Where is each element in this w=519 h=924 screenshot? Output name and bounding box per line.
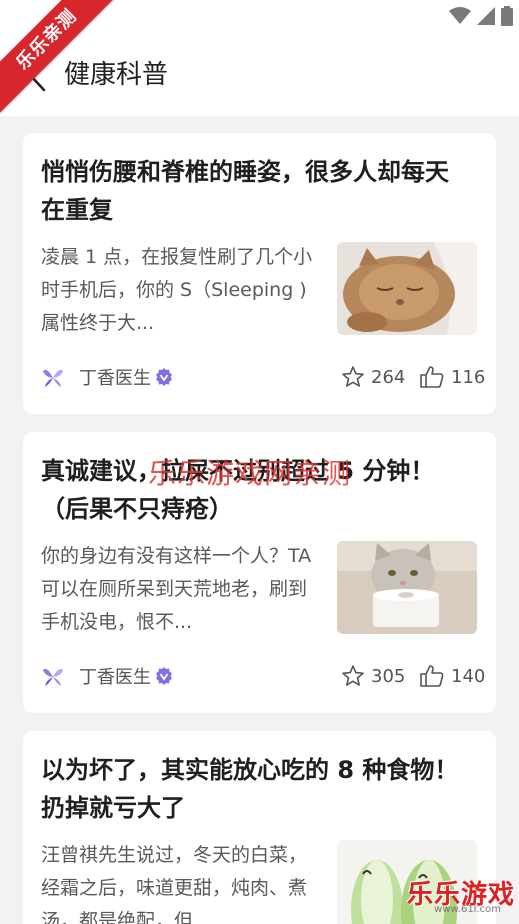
article-thumbnail — [337, 541, 477, 634]
source-name: 丁香医生 — [79, 667, 151, 688]
article-summary: 你的身边有没有这样一个人？TA 可以在厕所呆到天荒地老，刷到手机没电，恨不... — [41, 545, 312, 633]
star-icon — [342, 366, 364, 387]
favorite-button[interactable]: 305 — [341, 660, 405, 692]
article-card[interactable]: 悄悄伤腰和脊椎的睡姿，很多人却每天在重复 凌晨 1 点，在报复性刷了几个小时手机… — [23, 133, 496, 414]
verified-badge-icon — [156, 667, 172, 685]
article-meta: 丁香医生 264 116 — [41, 361, 485, 393]
article-meta: 丁香医生 305 140 — [41, 660, 485, 692]
article-thumbnail — [337, 242, 477, 335]
article-title: 以为坏了，其实能放心吃的 8 种食物！扔掉就亏大了 — [41, 756, 459, 822]
header-bar: 健康科普 — [0, 34, 519, 116]
wifi-icon — [449, 7, 471, 24]
like-button[interactable]: 116 — [419, 361, 485, 393]
favorite-count: 305 — [371, 665, 406, 687]
signal-icon — [477, 7, 495, 25]
source-logo-icon — [43, 668, 63, 686]
favorite-count: 264 — [371, 366, 406, 388]
like-count: 140 — [451, 665, 486, 687]
article-title: 悄悄伤腰和脊椎的睡姿，很多人却每天在重复 — [41, 158, 449, 224]
like-button[interactable]: 140 — [419, 660, 485, 692]
corner-logo-url: www.61l.com — [434, 904, 501, 915]
thumbs-up-icon — [420, 366, 444, 388]
source-name: 丁香医生 — [79, 368, 151, 389]
source-logo-icon — [43, 369, 63, 387]
status-icons — [449, 6, 513, 26]
like-count: 116 — [451, 366, 486, 388]
verified-badge-icon — [156, 368, 172, 386]
thumbs-up-icon — [420, 665, 444, 687]
corner-site-logo: 乐乐游戏 www.61l.com — [397, 874, 515, 918]
watermark-text: 乐乐游戏网亲测 — [148, 457, 352, 490]
page-title: 健康科普 — [64, 60, 169, 90]
article-summary: 凌晨 1 点，在报复性刷了几个小时手机后，你的 S（Sleeping ) 属性终… — [41, 246, 313, 334]
favorite-button[interactable]: 264 — [341, 361, 405, 393]
article-summary: 汪曾祺先生说过，冬天的白菜，经霜之后，味道更甜，炖肉、煮汤，都是绝配，但... — [41, 844, 308, 924]
battery-icon — [501, 6, 513, 26]
star-icon — [342, 665, 364, 686]
